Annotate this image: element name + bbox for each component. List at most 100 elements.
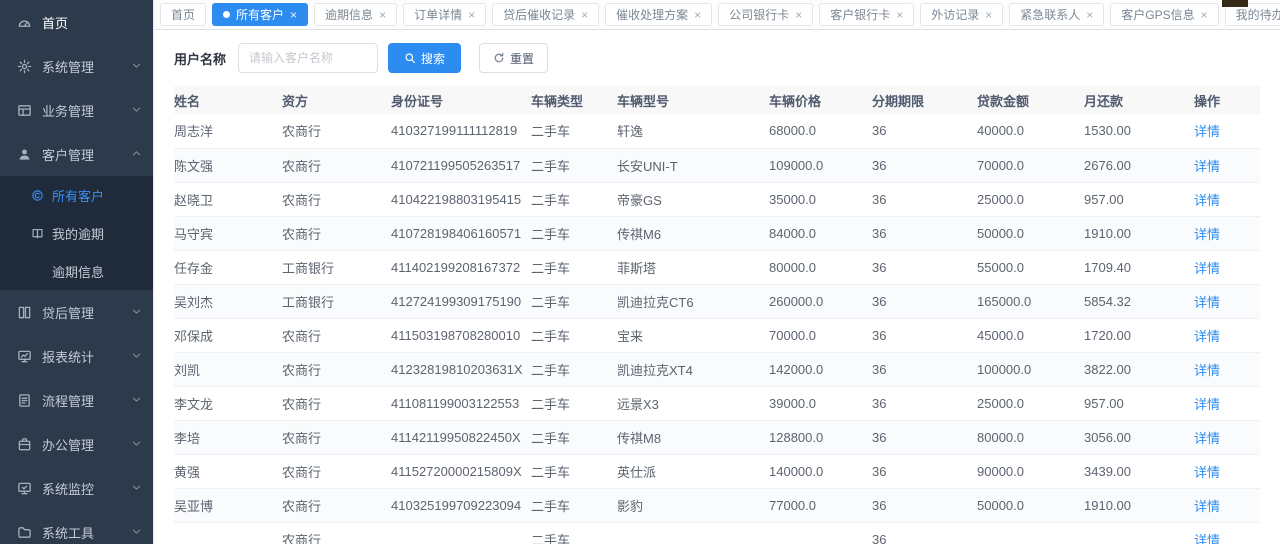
tab[interactable]: 逾期信息 × <box>314 3 397 26</box>
search-button[interactable]: 搜索 <box>388 43 461 73</box>
sidebar-item[interactable]: 系统监控 <box>0 466 153 510</box>
tab[interactable]: 所有客户 × <box>212 3 308 26</box>
tab-label: 公司银行卡 <box>729 6 789 23</box>
tab[interactable]: 首页 <box>160 3 206 26</box>
close-icon[interactable]: × <box>1201 9 1208 21</box>
sidebar-item[interactable]: 首页 <box>0 0 153 44</box>
search-field-label: 用户名称 <box>174 49 226 68</box>
sidebar-item[interactable]: 报表统计 <box>0 334 153 378</box>
sidebar-item[interactable]: 系统工具 <box>0 510 153 544</box>
search-button-label: 搜索 <box>421 50 445 67</box>
cell-loan-amount: 55000.0 <box>977 250 1084 284</box>
column-header: 车辆类型 <box>531 86 617 114</box>
sidebar-subitem-label: 所有客户 <box>52 186 153 205</box>
sidebar-item-label: 系统监控 <box>42 479 131 498</box>
tab[interactable]: 催收处理方案 × <box>605 3 712 26</box>
tab[interactable]: 公司银行卡 × <box>718 3 813 26</box>
close-icon[interactable]: × <box>694 9 701 21</box>
cell-name: 马守宾 <box>174 216 282 250</box>
chevron-down-icon <box>131 438 143 450</box>
cell-installment-term: 36 <box>872 216 977 250</box>
close-icon[interactable]: × <box>468 9 475 21</box>
sidebar-item-label: 首页 <box>42 13 143 32</box>
cell-vehicle-model: 影豹 <box>617 488 769 522</box>
sidebar-item[interactable]: 系统管理 <box>0 44 153 88</box>
sidebar-item[interactable]: 业务管理 <box>0 88 153 132</box>
cell-name: 刘凯 <box>174 352 282 386</box>
cell-installment-term: 36 <box>872 386 977 420</box>
cell-monthly-payment: 3822.00 <box>1084 352 1194 386</box>
table-row: 李培农商行41142119950822450X二手车传祺M8128800.036… <box>174 420 1260 454</box>
detail-link[interactable]: 详情 <box>1194 295 1220 310</box>
chevron-down-icon <box>131 482 143 494</box>
tab[interactable]: 客户银行卡 × <box>819 3 914 26</box>
cell-funder: 工商银行 <box>282 284 391 318</box>
customer-table-container: 姓名资方身份证号车辆类型车辆型号车辆价格分期期限贷款金额月还款操作 周志洋农商行… <box>154 86 1280 544</box>
gear-icon <box>16 58 32 74</box>
cell-name: 任存金 <box>174 250 282 284</box>
table-row: 任存金工商银行411402199208167372二手车菲斯塔80000.036… <box>174 250 1260 284</box>
close-icon[interactable]: × <box>581 9 588 21</box>
cell-action: 详情 <box>1194 386 1260 420</box>
cell-vehicle-type: 二手车 <box>531 488 617 522</box>
sidebar-item[interactable]: 客户管理 <box>0 132 153 176</box>
detail-link[interactable]: 详情 <box>1194 124 1220 139</box>
tab-label: 紧急联系人 <box>1020 6 1080 23</box>
detail-link[interactable]: 详情 <box>1194 431 1220 446</box>
search-input[interactable] <box>238 43 378 73</box>
cell-monthly-payment: 1720.00 <box>1084 318 1194 352</box>
cell-loan-amount: 25000.0 <box>977 182 1084 216</box>
search-icon <box>404 52 416 64</box>
cell-vehicle-type: 二手车 <box>531 352 617 386</box>
cell-action: 详情 <box>1194 318 1260 352</box>
cell-funder: 农商行 <box>282 386 391 420</box>
detail-link[interactable]: 详情 <box>1194 261 1220 276</box>
detail-link[interactable]: 详情 <box>1194 193 1220 208</box>
cell-vehicle-model: 帝豪GS <box>617 182 769 216</box>
detail-link[interactable]: 详情 <box>1194 363 1220 378</box>
cell-id-number: 412724199309175190 <box>391 284 531 318</box>
cell-vehicle-price: 142000.0 <box>769 352 872 386</box>
detail-link[interactable]: 详情 <box>1194 499 1220 514</box>
close-icon[interactable]: × <box>379 9 386 21</box>
cell-funder: 农商行 <box>282 352 391 386</box>
cell-id-number: 410728198406160571 <box>391 216 531 250</box>
refresh-icon <box>493 52 505 64</box>
detail-link[interactable]: 详情 <box>1194 465 1220 480</box>
search-toolbar: 用户名称 搜索 重置 <box>154 30 1280 86</box>
sidebar-subitem[interactable]: 我的逾期 <box>0 214 153 252</box>
cell-name: 周志洋 <box>174 114 282 148</box>
sidebar-subitem[interactable]: 所有客户 <box>0 176 153 214</box>
sidebar-item[interactable]: 办公管理 <box>0 422 153 466</box>
sidebar-item[interactable]: 流程管理 <box>0 378 153 422</box>
tab[interactable]: 订单详情 × <box>403 3 486 26</box>
reset-button[interactable]: 重置 <box>479 43 548 73</box>
close-icon[interactable]: × <box>795 9 802 21</box>
cell-name <box>174 522 282 544</box>
close-icon[interactable]: × <box>290 9 297 21</box>
close-icon[interactable]: × <box>985 9 992 21</box>
close-icon[interactable]: × <box>896 9 903 21</box>
tab[interactable]: 紧急联系人 × <box>1009 3 1104 26</box>
cell-id-number: 410721199505263517 <box>391 148 531 182</box>
cell-loan-amount: 45000.0 <box>977 318 1084 352</box>
chevron-down-icon <box>131 526 143 538</box>
cell-id-number: 41232819810203631X <box>391 352 531 386</box>
cell-vehicle-price: 35000.0 <box>769 182 872 216</box>
detail-link[interactable]: 详情 <box>1194 397 1220 412</box>
app-window: 首页 系统管理 业务管理 客户管理 所有客户 我的逾期 逾期信息 贷后 <box>0 0 1280 544</box>
detail-link[interactable]: 详情 <box>1194 159 1220 174</box>
sidebar-item-label: 业务管理 <box>42 101 131 120</box>
detail-link[interactable]: 详情 <box>1194 329 1220 344</box>
close-icon[interactable]: × <box>1086 9 1093 21</box>
detail-link[interactable]: 详情 <box>1194 533 1220 544</box>
tab[interactable]: 客户GPS信息 × <box>1110 3 1218 26</box>
tab[interactable]: 贷后催收记录 × <box>492 3 599 26</box>
cell-action: 详情 <box>1194 352 1260 386</box>
tab[interactable]: 外访记录 × <box>920 3 1003 26</box>
sidebar-subitem[interactable]: 逾期信息 <box>0 252 153 290</box>
detail-link[interactable]: 详情 <box>1194 227 1220 242</box>
cell-action: 详情 <box>1194 488 1260 522</box>
sidebar-item[interactable]: 贷后管理 <box>0 290 153 334</box>
cell-monthly-payment: 1709.40 <box>1084 250 1194 284</box>
